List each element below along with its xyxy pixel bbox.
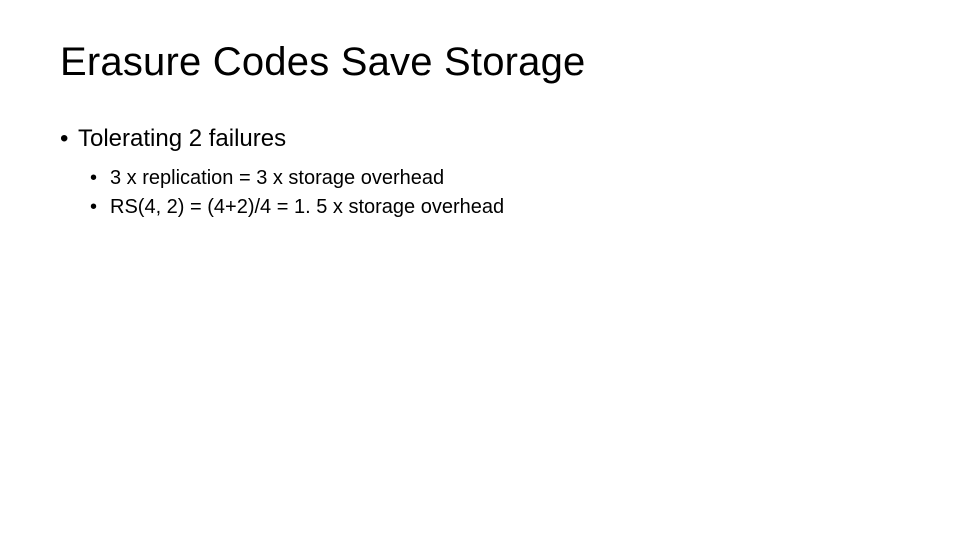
bullet-level1: Tolerating 2 failures (60, 125, 900, 153)
bullet-level2-text: 3 x replication = 3 x storage overhead (110, 167, 444, 189)
slide: Erasure Codes Save Storage Tolerating 2 … (0, 0, 960, 540)
bullet-level1-text: Tolerating 2 failures (78, 125, 286, 152)
slide-title: Erasure Codes Save Storage (60, 40, 900, 85)
bullet-level2: RS(4, 2) = (4+2)/4 = 1. 5 x storage over… (90, 196, 900, 219)
bullet-level2: 3 x replication = 3 x storage overhead (90, 167, 900, 190)
bullet-level2-text: RS(4, 2) = (4+2)/4 = 1. 5 x storage over… (110, 196, 504, 218)
